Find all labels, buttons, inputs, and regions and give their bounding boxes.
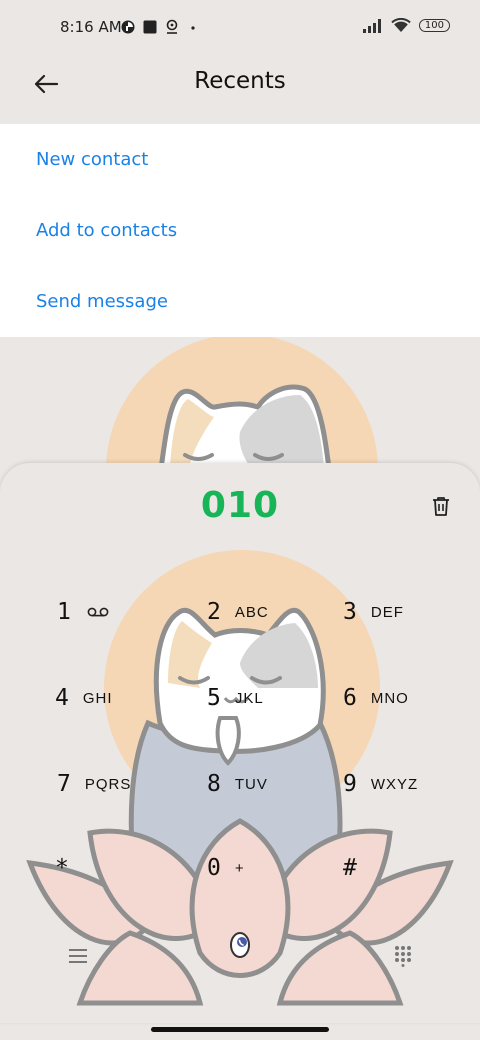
trash-icon xyxy=(433,497,449,516)
status-left-icons xyxy=(121,19,199,34)
dialpad-grid-icon xyxy=(395,946,411,967)
keypad-toggle-button[interactable] xyxy=(388,943,418,969)
key-letters: TUV xyxy=(234,775,268,793)
key-letters: MNO xyxy=(370,689,409,707)
key-digit: 3 xyxy=(343,599,357,625)
key-letters: DEF xyxy=(370,603,404,621)
key-1[interactable]: 1 xyxy=(57,590,109,634)
key-letters: JKL xyxy=(234,689,264,707)
key-digit: 5 xyxy=(207,685,221,711)
key-star[interactable]: * xyxy=(55,846,69,890)
app-notification-icon xyxy=(121,20,135,33)
key-5[interactable]: 5 JKL xyxy=(207,676,264,720)
key-letters: ABC xyxy=(234,603,269,621)
key-6[interactable]: 6 MNO xyxy=(343,676,409,720)
menu-button[interactable] xyxy=(63,943,93,969)
key-digit: # xyxy=(343,855,357,881)
send-message-button[interactable]: Send message xyxy=(0,266,480,337)
key-digit: 9 xyxy=(343,771,357,797)
key-letters: WXYZ xyxy=(370,775,419,793)
key-8[interactable]: 8 TUV xyxy=(207,762,268,806)
dialed-number[interactable]: 010 xyxy=(0,485,480,526)
location-icon xyxy=(166,19,178,34)
key-3[interactable]: 3 DEF xyxy=(343,590,404,634)
signal-icon xyxy=(362,18,381,33)
key-digit: 8 xyxy=(207,771,221,797)
home-indicator[interactable] xyxy=(151,1027,329,1032)
status-bar: 8:16 AM 100 xyxy=(0,0,480,56)
key-7[interactable]: 7 PQRS xyxy=(57,762,131,806)
key-digit: 6 xyxy=(343,685,357,711)
wifi-icon xyxy=(391,18,411,32)
key-9[interactable]: 9 WXYZ xyxy=(343,762,418,806)
key-2[interactable]: 2 ABC xyxy=(207,590,269,634)
phone-call-icon[interactable] xyxy=(222,927,258,963)
action-menu: New contact Add to contacts Send message xyxy=(0,124,480,337)
new-contact-button[interactable]: New contact xyxy=(0,124,480,195)
key-digit: 2 xyxy=(207,599,221,625)
status-time: 8:16 AM xyxy=(60,18,122,36)
add-to-contacts-button[interactable]: Add to contacts xyxy=(0,195,480,266)
delete-button[interactable] xyxy=(428,493,454,519)
dot-icon xyxy=(191,25,195,30)
key-digit: 0 xyxy=(207,855,221,881)
key-digit: 1 xyxy=(57,599,71,625)
header: Recents xyxy=(0,56,480,124)
key-hash[interactable]: # xyxy=(343,846,357,890)
key-digit: * xyxy=(55,855,69,881)
stop-icon xyxy=(143,20,157,33)
status-right-icons: 100 xyxy=(362,18,450,33)
hamburger-menu-icon xyxy=(69,949,87,963)
battery-icon: 100 xyxy=(418,19,450,32)
key-0[interactable]: 0 + xyxy=(207,846,245,890)
key-letters: + xyxy=(234,859,245,877)
key-4[interactable]: 4 GHI xyxy=(55,676,113,720)
key-digit: 4 xyxy=(55,685,69,711)
key-digit: 7 xyxy=(57,771,71,797)
voicemail-icon xyxy=(87,607,109,617)
key-letters: PQRS xyxy=(84,775,132,793)
dialer-panel: 010 1 2 ABC 3 DEF 4 GHI 5 JKL 6 MNO 7 PQ… xyxy=(0,463,480,1023)
page-title: Recents xyxy=(194,68,286,94)
key-letters: GHI xyxy=(82,689,113,707)
